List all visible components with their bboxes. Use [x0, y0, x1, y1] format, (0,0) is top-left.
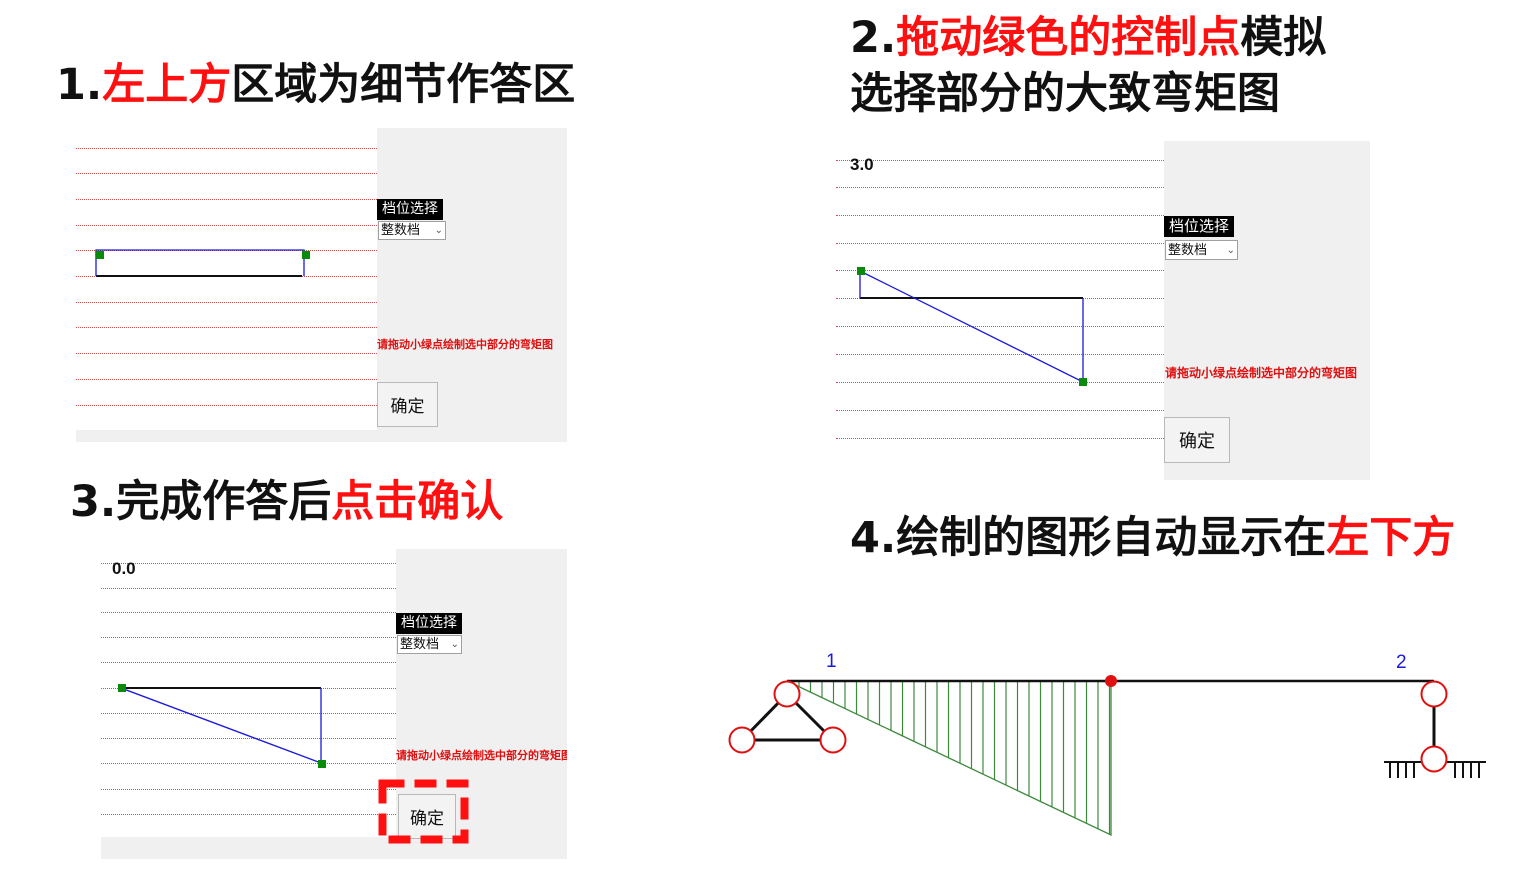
hinge-node [773, 680, 801, 708]
moment-hatching [798, 681, 1111, 835]
node-label-1: 1 [826, 651, 837, 672]
hinge-node [819, 726, 847, 754]
hinge-node [1420, 680, 1448, 708]
moment-diagram [786, 680, 1112, 837]
structure-diagram: 1 2 [728, 651, 1486, 837]
node-label-2: 2 [1396, 652, 1407, 673]
hinge-node [1420, 745, 1448, 773]
hinge-node [728, 726, 756, 754]
selected-point [1105, 675, 1117, 687]
